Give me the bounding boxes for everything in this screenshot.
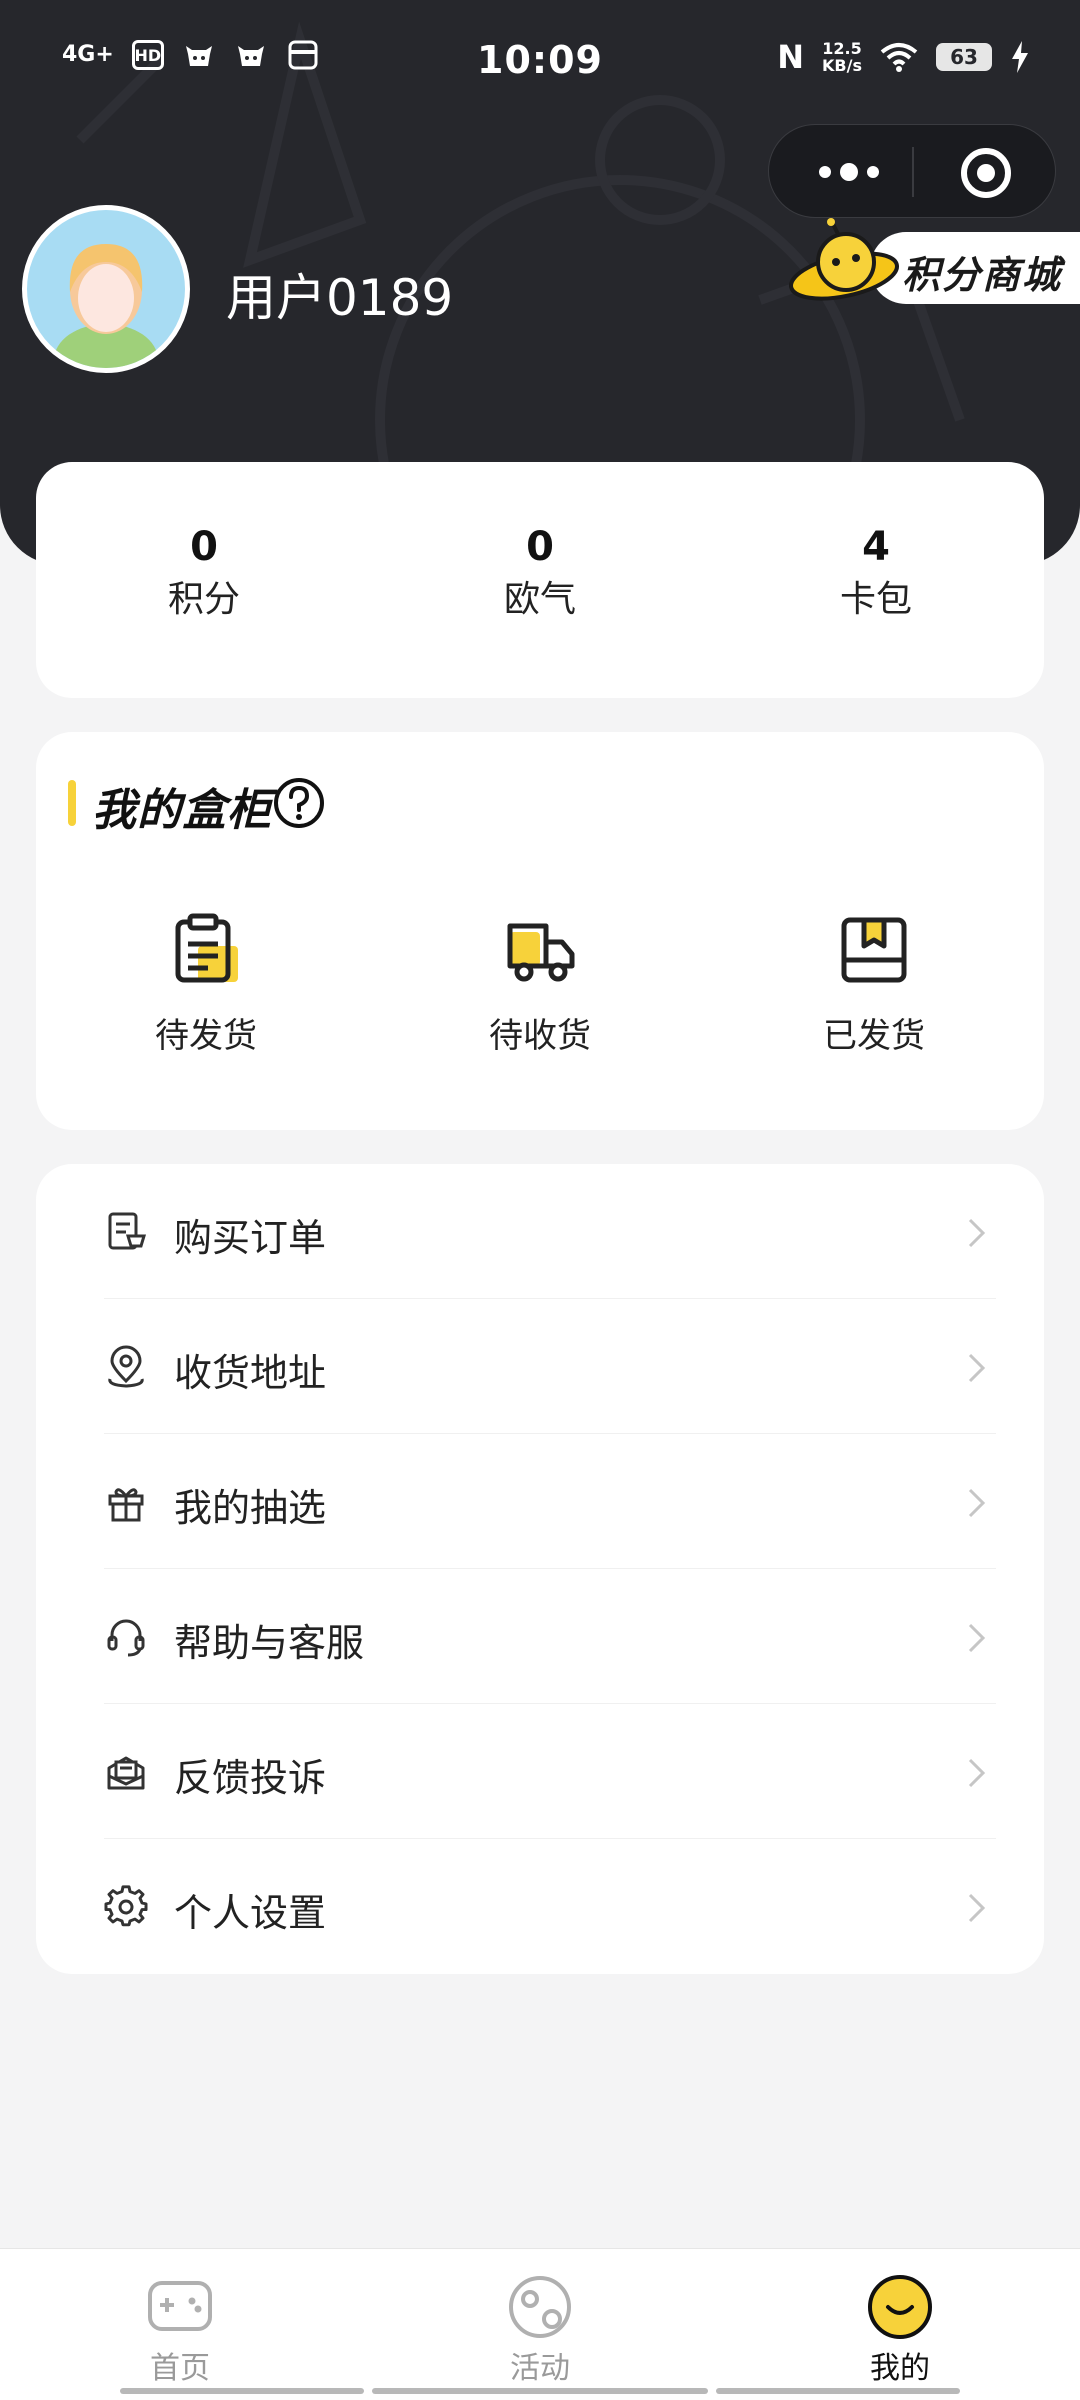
tab-home[interactable]: 首页 (80, 2273, 280, 2387)
gesture-bar (372, 2388, 708, 2394)
stats-card: 0 积分 0 欧气 4 卡包 (36, 462, 1044, 698)
stat-points[interactable]: 0 积分 (104, 524, 304, 624)
cabinet-item-label: 已发货 (823, 1016, 925, 1056)
cabinet-title: 我的盒柜 (92, 785, 272, 836)
section-accent-bar (68, 780, 76, 826)
order-icon (108, 1212, 147, 1250)
cabinet-item-label: 待收货 (489, 1016, 591, 1056)
stat-label: 积分 (167, 579, 240, 620)
chevron-right-icon (968, 1218, 986, 1248)
menu-item-address[interactable]: 收货地址 (36, 1299, 1044, 1434)
stat-label: 欧气 (503, 579, 576, 620)
stat-value: 4 (862, 524, 890, 570)
charging-icon (1012, 41, 1028, 73)
menu-item-label: 个人设置 (174, 1891, 327, 1935)
tab-label: 活动 (510, 2351, 570, 2386)
gamepad-icon (148, 2281, 212, 2331)
menu-item-label: 帮助与客服 (174, 1621, 365, 1665)
nfc-icon: N (777, 38, 805, 76)
points-mall-label: 积分商城 (902, 253, 1063, 297)
tab-mine[interactable]: 我的 (800, 2273, 1000, 2387)
tab-label: 首页 (150, 2351, 210, 2386)
my-cabinet-card: 我的盒柜 待发货 待收货 已发货 (36, 732, 1044, 1130)
gesture-bar (716, 2388, 960, 2394)
stat-value: 0 (190, 524, 218, 570)
headset-icon (107, 1619, 145, 1657)
stat-luck[interactable]: 0 欧气 (440, 524, 640, 624)
chevron-right-icon (968, 1488, 986, 1518)
chevron-right-icon (968, 1758, 986, 1788)
location-icon (108, 1345, 144, 1388)
stat-card-pack[interactable]: 4 卡包 (776, 524, 976, 624)
cabinet-pending-receipt[interactable]: 待收货 (440, 912, 640, 1057)
avatar-icon (54, 244, 158, 368)
gesture-bar (120, 2388, 364, 2394)
speed-unit: KB/s (822, 56, 862, 75)
avatar[interactable] (22, 205, 190, 373)
menu-item-label: 反馈投诉 (174, 1756, 327, 1800)
truck-icon (507, 923, 575, 982)
capsule-divider (912, 147, 914, 197)
tab-label: 我的 (870, 2351, 930, 2386)
chevron-right-icon (968, 1893, 986, 1923)
close-miniprogram-icon[interactable] (959, 146, 1013, 200)
speed-value: 12.5 (822, 39, 862, 58)
points-mall-button[interactable]: 积分商城 (789, 218, 1080, 308)
cabinet-item-label: 待发货 (155, 1016, 257, 1056)
activity-icon (509, 2276, 571, 2338)
username: 用户0189 (226, 269, 454, 327)
tab-activity[interactable]: 活动 (440, 2273, 640, 2387)
menu-item-label: 我的抽选 (174, 1486, 327, 1530)
smile-icon (868, 2275, 932, 2339)
gear-icon (104, 1885, 148, 1927)
feedback-icon (107, 1756, 145, 1790)
chevron-right-icon (968, 1353, 986, 1383)
stat-label: 卡包 (839, 579, 912, 620)
wifi-icon (880, 43, 918, 72)
cabinet-pending-shipment[interactable]: 待发货 (106, 912, 306, 1057)
clipboard-icon (175, 913, 238, 983)
ufo-mascot-icon (789, 218, 899, 301)
menu-item-lottery[interactable]: 我的抽选 (36, 1434, 1044, 1569)
settings-menu: 购买订单 收货地址 我的抽选 帮助与客服 反馈投诉 个人设置 (36, 1164, 1044, 1974)
menu-item-settings[interactable]: 个人设置 (36, 1839, 1044, 1974)
menu-item-help[interactable]: 帮助与客服 (36, 1569, 1044, 1704)
status-bar: 4G+ HD 10:09 N 12.5 KB/s 63 (0, 0, 1080, 120)
stat-value: 0 (526, 524, 554, 570)
bottom-tab-bar: 首页 活动 我的 (0, 2248, 1080, 2400)
miniprogram-capsule (768, 124, 1056, 218)
cabinet-shipped[interactable]: 已发货 (774, 912, 974, 1057)
more-icon[interactable] (809, 155, 889, 189)
menu-item-feedback[interactable]: 反馈投诉 (36, 1704, 1044, 1839)
chevron-right-icon (968, 1623, 986, 1653)
package-icon (841, 917, 907, 983)
gift-icon (108, 1488, 144, 1522)
menu-item-label: 收货地址 (174, 1351, 327, 1395)
menu-item-label: 购买订单 (174, 1216, 327, 1260)
menu-item-orders[interactable]: 购买订单 (36, 1164, 1044, 1299)
help-icon[interactable] (272, 776, 326, 830)
battery-indicator: 63 (936, 43, 992, 71)
network-speed: 12.5 KB/s (822, 40, 862, 74)
